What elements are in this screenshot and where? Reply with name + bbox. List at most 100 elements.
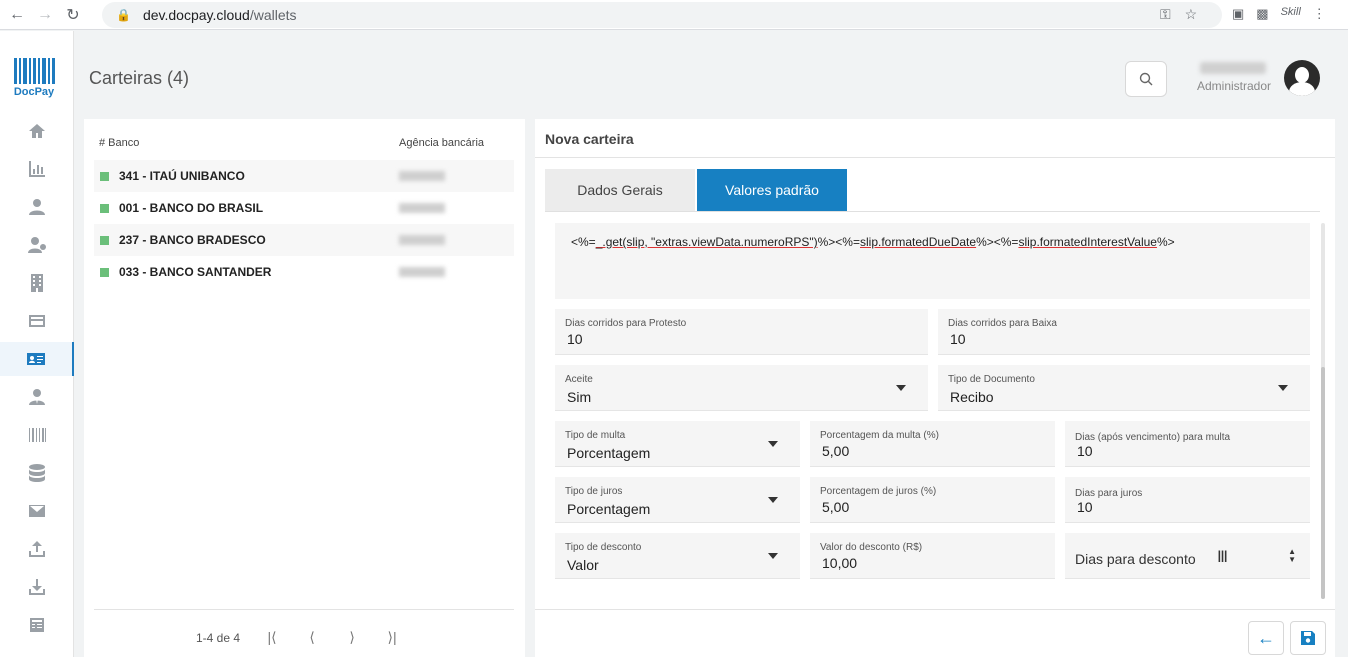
bank-name: 341 - ITAÚ UNIBANCO	[119, 169, 245, 183]
field-label: Dias corridos para Baixa	[948, 318, 1057, 329]
page-header: Carteiras (4) Administrador	[75, 48, 1348, 110]
next-page-icon[interactable]: ⟩	[332, 629, 372, 646]
sidebar-item-barcodes[interactable]	[0, 418, 74, 452]
bank-name: 001 - BANCO DO BRASIL	[119, 201, 264, 215]
first-page-icon[interactable]: |⟨	[252, 629, 292, 646]
browser-toolbar: ← → ↻ 🔒 dev.docpay.cloud/wallets ⚿ ☆ ▣ ▩…	[0, 0, 1348, 30]
agency-value-blurred	[399, 267, 445, 277]
scrollbar-thumb[interactable]	[1321, 367, 1325, 599]
chevron-down-icon	[896, 385, 906, 391]
url-path: /wallets	[249, 7, 297, 23]
manager-icon	[29, 389, 45, 405]
credit-card-icon	[29, 315, 45, 327]
reload-icon[interactable]: ↻	[62, 4, 84, 26]
field-value: Valor	[567, 557, 599, 573]
field-label: Aceite	[565, 374, 593, 385]
star-icon[interactable]: ☆	[1185, 6, 1198, 23]
field-label: Valor do desconto (R$)	[820, 542, 923, 553]
chevron-down-icon	[768, 441, 778, 447]
scrollbar[interactable]	[1321, 223, 1325, 599]
pagination: 1-4 de 4 |⟨ ⟨ ⟩ ⟩|	[196, 629, 412, 646]
field-label: Dias para juros	[1075, 488, 1143, 499]
protest-days-field[interactable]: Dias corridos para Protesto 10	[555, 309, 928, 355]
field-value: Porcentagem	[567, 501, 651, 517]
mail-icon	[29, 505, 45, 517]
users-icon	[28, 237, 46, 253]
template-textarea[interactable]: <%=_.get(slip, "extras.viewData.numeroRP…	[555, 223, 1310, 299]
sidebar-item-companies[interactable]	[0, 266, 74, 300]
sidebar-item-home[interactable]	[0, 114, 74, 148]
address-bar[interactable]: 🔒 dev.docpay.cloud/wallets	[102, 2, 1222, 28]
field-label: Tipo de multa	[565, 430, 626, 441]
fine-percentage-field[interactable]: Porcentagem da multa (%) 5,00	[810, 421, 1055, 467]
back-button[interactable]: ←	[1248, 621, 1284, 655]
sidebar-item-mail[interactable]	[0, 494, 74, 528]
tab-default-values[interactable]: Valores padrão	[697, 169, 847, 211]
puzzle-icon[interactable]: ▩	[1256, 6, 1268, 22]
save-icon	[1301, 631, 1315, 645]
status-indicator	[100, 235, 109, 245]
interest-type-select[interactable]: Tipo de juros Porcentagem	[555, 477, 800, 523]
discount-days-input[interactable]: Dias para desconto Ⅲ ▲ ▼	[1065, 533, 1310, 579]
user-name-blurred	[1200, 62, 1266, 74]
sidebar-item-managers[interactable]	[0, 380, 74, 414]
sidebar-item-database[interactable]	[0, 456, 74, 490]
divider	[535, 609, 1335, 610]
barcode-logo-icon	[13, 58, 55, 84]
wallet-card-icon	[27, 353, 45, 365]
acceptance-select[interactable]: Aceite Sim	[555, 365, 928, 411]
arrow-left-icon: ←	[1257, 627, 1275, 648]
avatar[interactable]	[1284, 60, 1320, 96]
fine-days-field[interactable]: Dias (após vencimento) para multa 10	[1065, 421, 1310, 467]
divider	[535, 157, 1335, 158]
sidebar-item-reports[interactable]	[0, 152, 74, 186]
search-icon	[1139, 72, 1153, 86]
table-row[interactable]: 001 - BANCO DO BRASIL	[94, 192, 514, 224]
fine-type-select[interactable]: Tipo de multa Porcentagem	[555, 421, 800, 467]
sidebar-item-download[interactable]	[0, 570, 74, 604]
document-type-select[interactable]: Tipo de Documento Recibo	[938, 365, 1310, 411]
bank-name: 033 - BANCO SANTANDER	[119, 265, 272, 279]
table-row[interactable]: 341 - ITAÚ UNIBANCO	[94, 160, 514, 192]
docpay-logo[interactable]: DocPay	[13, 58, 55, 98]
cast-icon[interactable]: ▣	[1232, 6, 1244, 22]
column-header-agency[interactable]: Agência bancária	[399, 137, 484, 149]
sidebar-item-wallets[interactable]	[0, 342, 74, 376]
interest-days-field[interactable]: Dias para juros 10	[1065, 477, 1310, 523]
interest-percentage-field[interactable]: Porcentagem de juros (%) 5,00	[810, 477, 1055, 523]
back-arrow-icon[interactable]: ←	[6, 4, 28, 26]
column-header-bank[interactable]: # Banco	[99, 137, 139, 149]
status-indicator	[100, 171, 109, 181]
save-button[interactable]	[1290, 621, 1326, 655]
number-spinner-icon[interactable]: ▲ ▼	[1288, 548, 1296, 564]
table-row[interactable]: 033 - BANCO SANTANDER	[94, 256, 514, 288]
field-value: 10	[1077, 499, 1093, 515]
sidebar-item-groups[interactable]	[0, 228, 74, 262]
field-label: Tipo de juros	[565, 486, 623, 497]
sidebar-item-users[interactable]	[0, 190, 74, 224]
agency-value-blurred	[399, 203, 445, 213]
field-value: Sim	[567, 389, 592, 405]
key-icon[interactable]: ⚿	[1160, 6, 1171, 23]
chart-icon	[29, 161, 45, 177]
url-domain: dev.docpay.cloud	[142, 7, 250, 23]
field-value: 5,00	[822, 499, 850, 515]
last-page-icon[interactable]: ⟩|	[372, 629, 412, 646]
menu-dots-icon[interactable]: ⋮	[1313, 6, 1326, 22]
discount-value-field[interactable]: Valor do desconto (R$) 10,00	[810, 533, 1055, 579]
search-button[interactable]	[1125, 61, 1167, 97]
table-row[interactable]: 237 - BANCO BRADESCO	[94, 224, 514, 256]
writeoff-days-field[interactable]: Dias corridos para Baixa 10	[938, 309, 1310, 355]
field-label: Tipo de desconto	[565, 542, 642, 553]
tab-general-data[interactable]: Dados Gerais	[545, 169, 695, 211]
previous-page-icon[interactable]: ⟨	[292, 629, 332, 646]
chevron-down-icon	[1278, 385, 1288, 391]
field-value: 10	[567, 331, 583, 347]
sidebar-item-cards[interactable]	[0, 304, 74, 338]
discount-type-select[interactable]: Tipo de desconto Valor	[555, 533, 800, 579]
sidebar-item-upload[interactable]	[0, 532, 74, 566]
sidebar-item-documents[interactable]	[0, 608, 74, 642]
skill-extension-icon[interactable]: Skill	[1281, 6, 1301, 22]
forward-arrow-icon[interactable]: →	[34, 4, 56, 26]
chevron-down-icon	[768, 553, 778, 559]
